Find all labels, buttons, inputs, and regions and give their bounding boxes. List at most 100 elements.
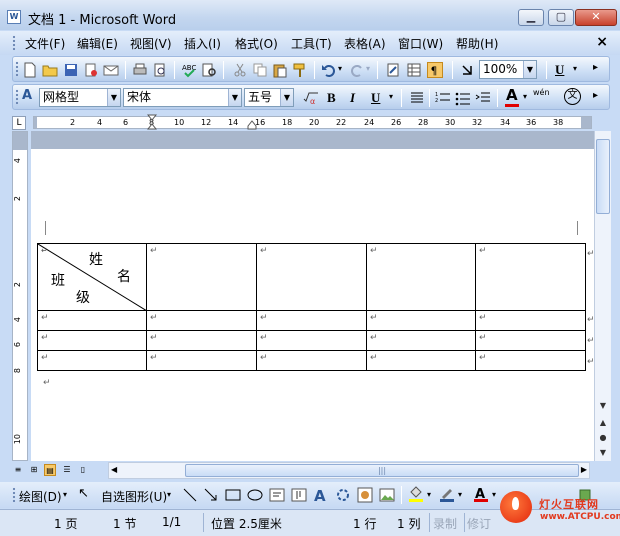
arrow-tool-icon[interactable] [203, 487, 219, 503]
phonetic-guide-button[interactable]: wén [533, 88, 550, 97]
save-icon[interactable] [63, 62, 79, 78]
next-page-icon[interactable]: ▼ [596, 448, 610, 457]
fill-color-icon[interactable] [408, 486, 424, 502]
title-bar[interactable]: W 文档 1 - Microsoft Word ▁ ▢ ✕ [0, 0, 620, 30]
table-cell[interactable]: ↵ [256, 310, 367, 331]
menubar-grip-icon[interactable] [12, 35, 16, 51]
style-combo[interactable]: 网格型 ▼ [39, 88, 121, 107]
permission-icon[interactable] [83, 62, 99, 78]
italic-button[interactable]: I [350, 90, 355, 106]
draw-font-color-icon[interactable]: A [473, 486, 489, 502]
table-cell[interactable]: ↵ [256, 330, 367, 351]
web-view-icon[interactable]: ⊞ [28, 464, 40, 476]
scroll-right-arrow-icon[interactable]: ▶ [581, 465, 587, 474]
toolbar-grip-icon[interactable] [15, 89, 19, 106]
horizontal-scrollbar[interactable]: ◀ ||| ▶ [108, 462, 590, 479]
clip-art-icon[interactable] [357, 487, 373, 503]
draw-menu-button[interactable]: 绘图(D) [19, 488, 62, 505]
vertical-scrollbar[interactable]: ▼ ▲ ● ▼ [594, 131, 611, 461]
table-cell[interactable]: ↵ [366, 243, 476, 311]
copy-icon[interactable] [252, 62, 268, 78]
table-cell[interactable]: ↵ [256, 243, 367, 311]
toolbar-underline-button[interactable]: U [555, 62, 564, 78]
oval-tool-icon[interactable] [247, 487, 263, 503]
zoom-combo[interactable]: 100% ▼ [479, 60, 537, 79]
autoshapes-dropdown-icon[interactable]: ▾ [167, 490, 171, 499]
print-view-icon[interactable]: ▤ [44, 464, 56, 476]
new-document-icon[interactable] [22, 62, 38, 78]
horizontal-scroll-thumb[interactable]: ||| [185, 464, 579, 477]
document-page[interactable]: ↵ 姓 名 班 级 ↵ ↵ ↵ ↵ ↵ ↵ ↵ ↵ ↵ ↵ ↵ ↵ ↵ ↵ ↵ … [31, 131, 594, 461]
font-size-dropdown-icon[interactable]: ▼ [280, 89, 293, 106]
line-color-icon[interactable] [439, 486, 455, 502]
underline-dropdown-icon[interactable]: ▾ [573, 64, 577, 73]
spelling-icon[interactable]: ABC [181, 62, 197, 78]
insert-picture-icon[interactable] [379, 487, 395, 503]
draw-font-color-dropdown-icon[interactable]: ▾ [492, 490, 496, 499]
menu-help[interactable]: 帮助(H) [456, 35, 498, 52]
table-cell[interactable]: ↵ [475, 310, 586, 331]
undo-icon[interactable] [321, 62, 337, 78]
tables-borders-icon[interactable] [406, 62, 422, 78]
table-cell[interactable]: ↵ [146, 350, 257, 371]
vertical-ruler[interactable]: 4 2 2 4 6 8 10 [12, 131, 28, 461]
table-cell[interactable]: ↵ [475, 350, 586, 371]
minimize-button[interactable]: ▁ [518, 9, 544, 26]
equation-icon[interactable]: α [303, 90, 319, 106]
print-preview-icon[interactable] [152, 62, 168, 78]
rectangle-tool-icon[interactable] [225, 487, 241, 503]
enclose-characters-button[interactable]: 文 [564, 88, 581, 105]
status-record-macro[interactable]: 录制 [433, 515, 457, 532]
undo-dropdown-icon[interactable]: ▾ [338, 64, 342, 73]
bullets-icon[interactable] [455, 90, 471, 106]
table-cell[interactable]: ↵ [256, 350, 367, 371]
line-tool-icon[interactable] [182, 487, 198, 503]
normal-view-icon[interactable]: ≡ [12, 464, 24, 476]
table-cell[interactable]: ↵ [37, 350, 147, 371]
menu-file[interactable]: 文件(F) [25, 35, 65, 52]
toolbar-grip-icon[interactable] [12, 487, 16, 503]
table-cell[interactable]: ↵ [475, 243, 586, 311]
print-icon[interactable] [132, 62, 148, 78]
hyperlink-icon[interactable] [385, 62, 401, 78]
table-cell[interactable]: ↵ [37, 310, 147, 331]
format-painter-icon[interactable] [292, 62, 308, 78]
numbering-icon[interactable]: 12 [435, 90, 451, 106]
font-combo[interactable]: 宋体 ▼ [123, 88, 242, 107]
table-cell[interactable]: ↵ [475, 330, 586, 351]
font-dropdown-icon[interactable]: ▼ [228, 89, 241, 106]
table-cell[interactable]: ↵ [366, 350, 476, 371]
horizontal-ruler[interactable]: 2 4 6 8 10 12 14 16 18 20 22 24 26 28 30… [33, 114, 592, 130]
cut-icon[interactable] [232, 62, 248, 78]
document-table[interactable]: ↵ 姓 名 班 级 ↵ ↵ ↵ ↵ ↵ ↵ ↵ ↵ ↵ ↵ ↵ ↵ ↵ ↵ ↵ … [37, 243, 586, 371]
reading-view-icon[interactable]: ▯ [77, 464, 89, 476]
draw-dropdown-icon[interactable]: ▾ [63, 490, 67, 499]
style-dropdown-icon[interactable]: ▼ [107, 89, 120, 106]
email-icon[interactable] [103, 62, 119, 78]
autoshapes-menu-button[interactable]: 自选图形(U) [101, 488, 167, 505]
line-color-dropdown-icon[interactable]: ▾ [458, 490, 462, 499]
zoom-dropdown-icon[interactable]: ▼ [523, 61, 536, 78]
menu-edit[interactable]: 编辑(E) [77, 35, 118, 52]
table-cell[interactable]: ↵ [366, 330, 476, 351]
select-objects-icon[interactable]: ↖ [78, 486, 89, 501]
document-close-icon[interactable]: × [596, 34, 608, 50]
toolbar-grip-icon[interactable] [15, 61, 19, 78]
wordart-icon[interactable]: A [313, 487, 329, 503]
menu-tools[interactable]: 工具(T) [291, 35, 332, 52]
align-justify-icon[interactable] [409, 90, 425, 106]
table-cell[interactable]: ↵ [366, 310, 476, 331]
table-cell[interactable]: ↵ [146, 310, 257, 331]
word-app-icon[interactable]: W [7, 10, 21, 24]
bold-button[interactable]: B [327, 90, 336, 106]
menu-insert[interactable]: 插入(I) [184, 35, 221, 52]
text-box-icon[interactable] [269, 487, 285, 503]
show-hide-icon[interactable]: ¶ [427, 62, 443, 78]
menu-view[interactable]: 视图(V) [130, 35, 172, 52]
font-color-button[interactable]: A [506, 86, 518, 104]
diagram-icon[interactable] [335, 487, 351, 503]
menu-window[interactable]: 窗口(W) [398, 35, 443, 52]
indent-icon[interactable] [475, 90, 491, 106]
research-icon[interactable] [201, 62, 217, 78]
previous-page-icon[interactable]: ▲ [596, 418, 610, 427]
